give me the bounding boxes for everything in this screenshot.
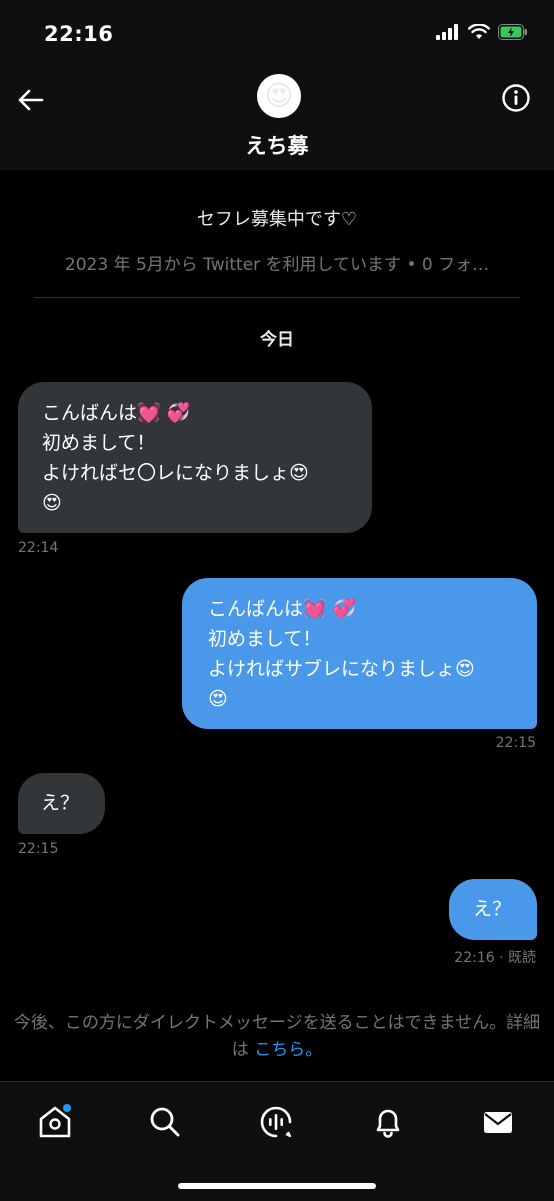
signal-icon xyxy=(436,24,458,40)
nav-messages[interactable] xyxy=(476,1100,520,1144)
back-arrow-icon xyxy=(18,89,44,111)
dm-restricted-notice: 今後、この方にダイレクトメッセージを送ることはできません。詳細は こちら。 xyxy=(8,1010,546,1064)
nav-home[interactable] xyxy=(33,1100,77,1144)
notifications-icon xyxy=(376,1109,400,1138)
message-line: え？ xyxy=(41,792,80,814)
message-bubble-sent[interactable]: え？ xyxy=(449,879,537,940)
conversation-header: 😍 えち募 xyxy=(0,66,554,170)
wifi-icon xyxy=(468,24,490,39)
status-time: 22:16 xyxy=(44,22,114,46)
message-bubble-sent[interactable]: こんばんは💓 💞 初めまして！ よければサブレになりましょ😍 😍 xyxy=(182,578,537,729)
message-line: 初めまして！ xyxy=(42,432,156,454)
message-bubble-received[interactable]: え？ xyxy=(18,773,105,834)
nav-search[interactable] xyxy=(143,1100,187,1144)
spaces-icon xyxy=(260,1106,292,1138)
message-line: 初めまして！ xyxy=(208,628,322,650)
nav-notifications[interactable] xyxy=(366,1100,410,1144)
status-icons xyxy=(436,24,528,40)
info-button[interactable] xyxy=(500,82,532,114)
message-line: こんばんは💓 💞 xyxy=(208,598,357,620)
message-line: 😍 xyxy=(42,492,62,514)
message-timestamp: 22:15 xyxy=(18,841,59,857)
message-timestamp: 22:15 xyxy=(495,735,536,751)
message-bubble-received[interactable]: こんばんは💓 💞 初めまして！ よければセ〇レになりましょ😍 😍 xyxy=(18,382,372,533)
messages-icon xyxy=(484,1112,512,1133)
divider xyxy=(34,297,520,298)
home-icon xyxy=(39,1104,71,1138)
message-line: よければサブレになりましょ😍 xyxy=(208,658,475,680)
message-timestamp: 22:16 · 既読 xyxy=(454,950,536,966)
profile-bio: セフレ募集中です♡ xyxy=(196,209,358,230)
notice-link[interactable]: こちら。 xyxy=(254,1040,322,1060)
message-timestamp: 22:14 xyxy=(18,540,59,556)
nav-spaces[interactable] xyxy=(254,1100,298,1144)
back-button[interactable] xyxy=(12,82,48,118)
status-bar: 22:16 xyxy=(0,0,554,66)
message-line: よければセ〇レになりましょ😍 xyxy=(42,462,309,484)
date-separator: 今日 xyxy=(260,330,294,350)
conversation-title[interactable]: えち募 xyxy=(0,130,554,160)
avatar[interactable]: 😍 xyxy=(257,74,301,118)
profile-meta: 2023 年 5月から Twitter を利用しています • 0 フォ… xyxy=(64,255,490,275)
message-line: 😍 xyxy=(208,688,228,710)
message-line: え？ xyxy=(473,898,512,920)
battery-icon xyxy=(498,24,527,40)
message-line: こんばんは💓 💞 xyxy=(42,402,191,424)
info-icon xyxy=(502,84,530,112)
home-indicator xyxy=(178,1183,376,1189)
search-icon xyxy=(150,1107,180,1137)
